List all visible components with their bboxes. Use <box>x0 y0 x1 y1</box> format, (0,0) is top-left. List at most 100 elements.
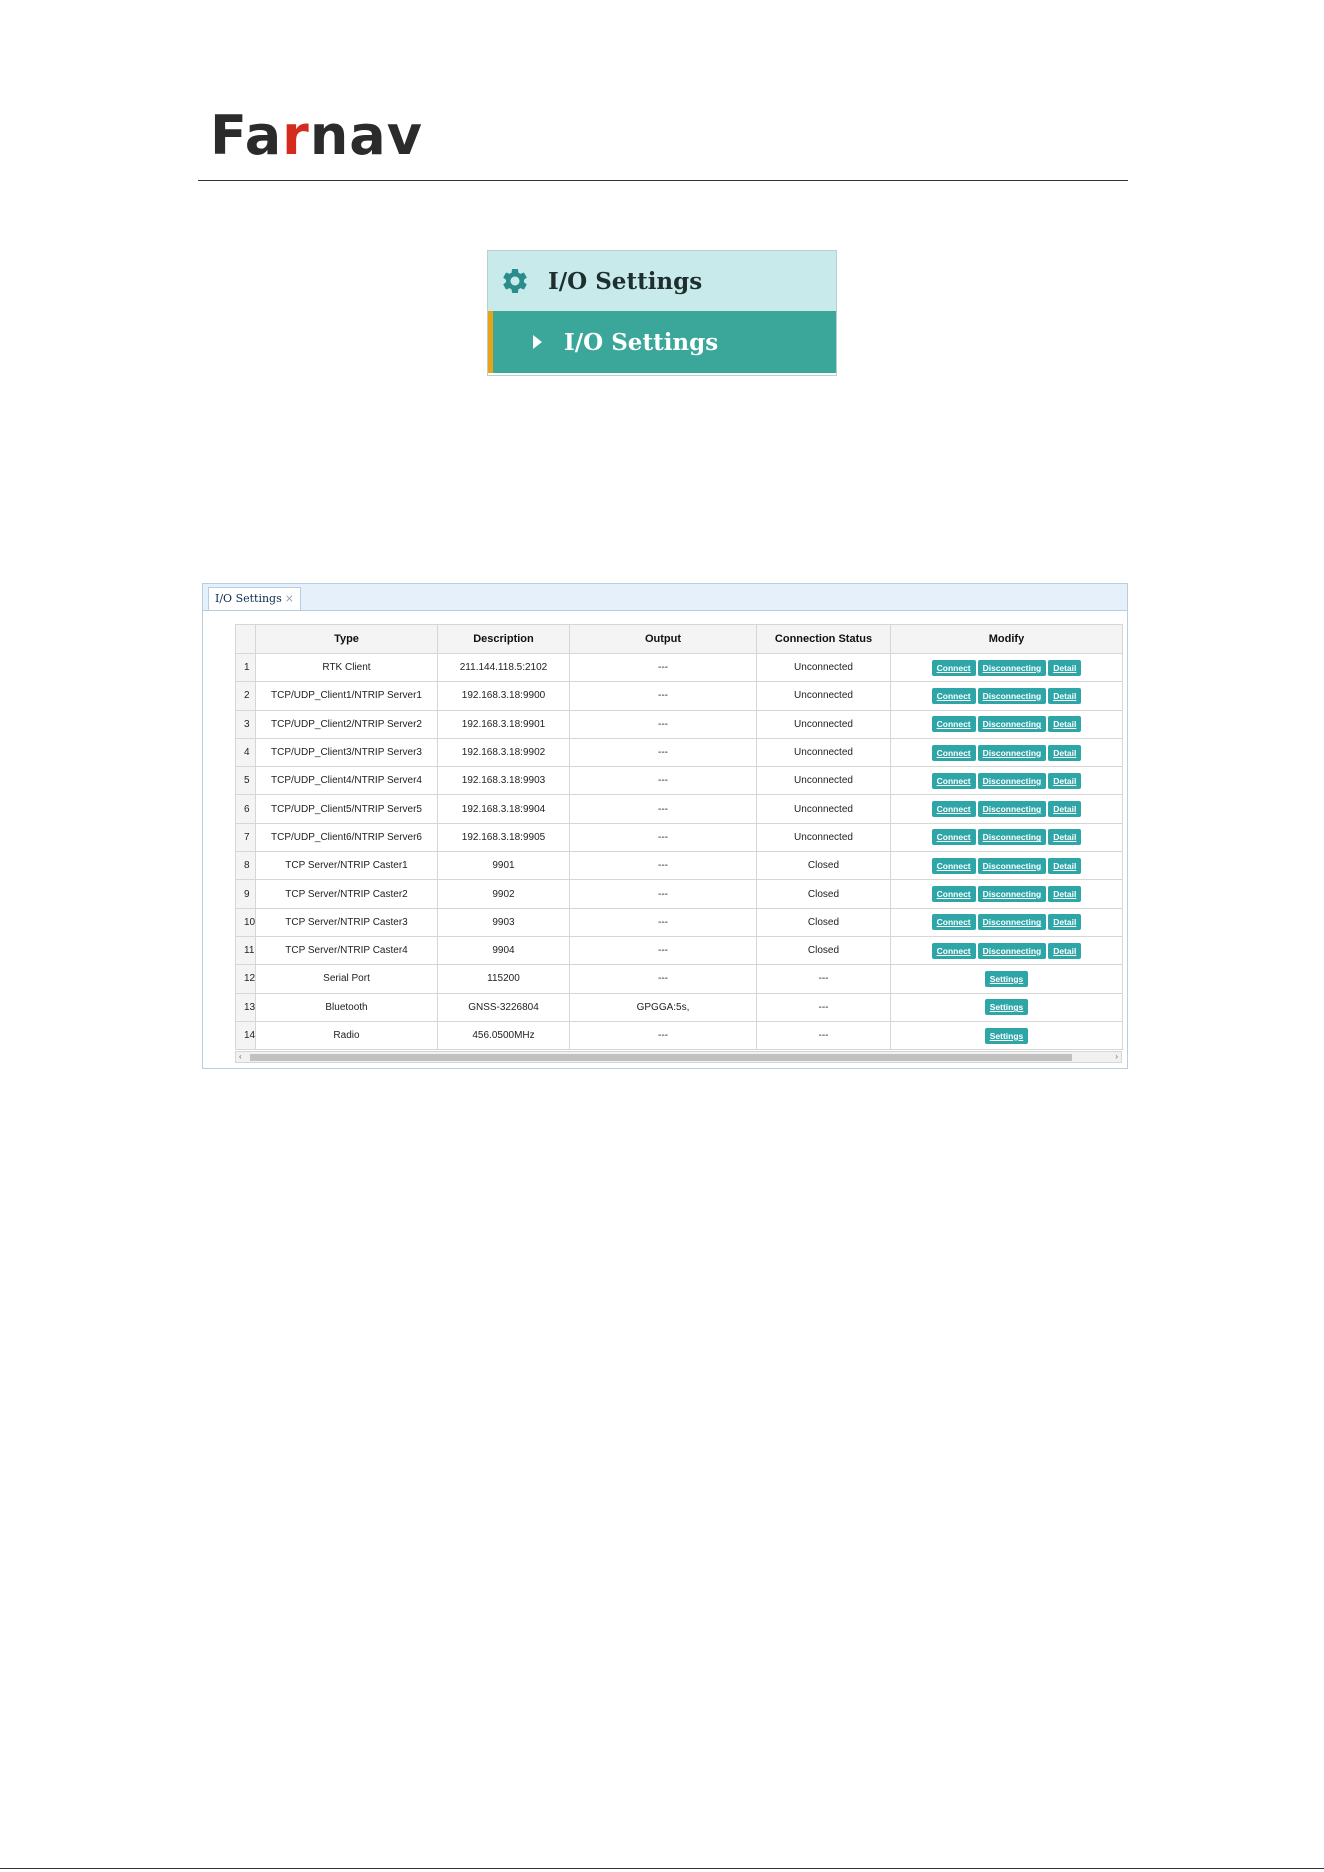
table-row: 14 Radio 456.0500MHz --- --- Settings <box>235 1020 1123 1051</box>
logo-text-part3: nav <box>309 104 423 167</box>
modify-cell: Connect Disconnecting Detail <box>890 766 1123 796</box>
table-row: 6 TCP/UDP_Client5/NTRIP Server5 192.168.3.… <box>235 794 1123 824</box>
modify-cell: Settings <box>890 964 1123 994</box>
type-cell: RTK Client <box>255 652 438 683</box>
disconnecting-button[interactable]: Disconnecting <box>977 829 1047 846</box>
type-cell: TCP/UDP_Client5/NTRIP Server5 <box>255 794 438 824</box>
type-cell: Radio <box>255 1020 438 1051</box>
connection-status-cell: --- <box>756 1020 891 1051</box>
connection-status-cell: Unconnected <box>756 652 891 683</box>
connect-button[interactable]: Connect <box>931 772 976 789</box>
table-row: 5 TCP/UDP_Client4/NTRIP Server4 192.168.3.… <box>235 766 1123 796</box>
modify-cell: Connect Disconnecting Detail <box>890 681 1123 711</box>
disconnecting-button[interactable]: Disconnecting <box>977 886 1047 903</box>
type-cell: Bluetooth <box>255 992 438 1022</box>
row-index-cell: 11 <box>235 935 256 966</box>
scroll-right-icon[interactable]: › <box>1115 1052 1118 1062</box>
column-header-description: Description <box>437 624 570 654</box>
tab-bar: I/O Settings × <box>203 584 1127 611</box>
table-row: 3 TCP/UDP_Client2/NTRIP Server2 192.168.3.… <box>235 709 1123 739</box>
disconnecting-button[interactable]: Disconnecting <box>977 716 1047 733</box>
row-index-cell: 14 <box>235 1020 256 1051</box>
close-icon[interactable]: × <box>285 592 294 605</box>
detail-button[interactable]: Detail <box>1048 687 1082 704</box>
description-cell: 456.0500MHz <box>437 1020 570 1051</box>
connect-button[interactable]: Connect <box>931 687 976 704</box>
type-cell: Serial Port <box>255 964 438 994</box>
description-cell: 9903 <box>437 907 570 937</box>
connection-status-cell: --- <box>756 964 891 994</box>
detail-button[interactable]: Detail <box>1048 886 1082 903</box>
type-cell: TCP/UDP_Client2/NTRIP Server2 <box>255 709 438 739</box>
row-index-cell: 1 <box>235 652 256 683</box>
disconnecting-button[interactable]: Disconnecting <box>977 942 1047 959</box>
settings-button[interactable]: Settings <box>984 1027 1029 1044</box>
output-cell: --- <box>569 652 757 683</box>
connection-status-cell: Unconnected <box>756 794 891 824</box>
scrollbar-thumb[interactable] <box>250 1054 1072 1061</box>
disconnecting-button[interactable]: Disconnecting <box>977 744 1047 761</box>
output-cell: --- <box>569 879 757 909</box>
disconnecting-button[interactable]: Disconnecting <box>977 801 1047 818</box>
type-cell: TCP/UDP_Client4/NTRIP Server4 <box>255 766 438 796</box>
description-cell: 9901 <box>437 851 570 881</box>
row-index-cell: 3 <box>235 709 256 739</box>
settings-button[interactable]: Settings <box>984 970 1029 987</box>
disconnecting-button[interactable]: Disconnecting <box>977 914 1047 931</box>
modify-cell: Settings <box>890 1020 1123 1051</box>
disconnecting-button[interactable]: Disconnecting <box>977 659 1047 676</box>
connect-button[interactable]: Connect <box>931 659 976 676</box>
type-cell: TCP/UDP_Client6/NTRIP Server6 <box>255 822 438 853</box>
logo-text-part2: r <box>282 104 310 167</box>
output-cell: --- <box>569 907 757 937</box>
menu-section-header[interactable]: I/O Settings <box>488 251 836 311</box>
detail-button[interactable]: Detail <box>1048 914 1082 931</box>
disconnecting-button[interactable]: Disconnecting <box>977 687 1047 704</box>
detail-button[interactable]: Detail <box>1048 744 1082 761</box>
description-cell: 211.144.118.5:2102 <box>437 652 570 683</box>
connect-button[interactable]: Connect <box>931 914 976 931</box>
connect-button[interactable]: Connect <box>931 942 976 959</box>
output-cell: --- <box>569 935 757 966</box>
farnav-logo: Fa r nav <box>210 108 423 164</box>
detail-button[interactable]: Detail <box>1048 942 1082 959</box>
connect-button[interactable]: Connect <box>931 744 976 761</box>
modify-cell: Connect Disconnecting Detail <box>890 935 1123 966</box>
tab-io-settings[interactable]: I/O Settings × <box>208 587 301 610</box>
connect-button[interactable]: Connect <box>931 829 976 846</box>
detail-button[interactable]: Detail <box>1048 801 1082 818</box>
column-header-index <box>235 624 256 654</box>
gear-icon <box>500 266 530 296</box>
detail-button[interactable]: Detail <box>1048 772 1082 789</box>
connect-button[interactable]: Connect <box>931 716 976 733</box>
connect-button[interactable]: Connect <box>931 801 976 818</box>
connection-status-cell: Unconnected <box>756 737 891 768</box>
table-row: 13 Bluetooth GNSS-3226804 GPGGA:5s, --- Setti… <box>235 992 1123 1022</box>
output-cell: --- <box>569 709 757 739</box>
disconnecting-button[interactable]: Disconnecting <box>977 857 1047 874</box>
disconnecting-button[interactable]: Disconnecting <box>977 772 1047 789</box>
type-cell: TCP Server/NTRIP Caster2 <box>255 879 438 909</box>
scroll-left-icon[interactable]: ‹ <box>239 1052 242 1062</box>
settings-button[interactable]: Settings <box>984 999 1029 1016</box>
horizontal-scrollbar[interactable]: ‹ › <box>235 1051 1122 1063</box>
row-index-cell: 9 <box>235 879 256 909</box>
description-cell: GNSS-3226804 <box>437 992 570 1022</box>
menu-item-io-settings[interactable]: I/O Settings <box>488 311 836 373</box>
output-cell: --- <box>569 794 757 824</box>
connect-button[interactable]: Connect <box>931 886 976 903</box>
modify-cell: Connect Disconnecting Detail <box>890 907 1123 937</box>
type-cell: TCP Server/NTRIP Caster1 <box>255 851 438 881</box>
connect-button[interactable]: Connect <box>931 857 976 874</box>
column-header-output: Output <box>569 624 757 654</box>
detail-button[interactable]: Detail <box>1048 857 1082 874</box>
detail-button[interactable]: Detail <box>1048 659 1082 676</box>
connection-status-cell: Unconnected <box>756 766 891 796</box>
modify-cell: Connect Disconnecting Detail <box>890 709 1123 739</box>
row-index-cell: 10 <box>235 907 256 937</box>
row-index-cell: 5 <box>235 766 256 796</box>
detail-button[interactable]: Detail <box>1048 829 1082 846</box>
row-index-cell: 2 <box>235 681 256 711</box>
detail-button[interactable]: Detail <box>1048 716 1082 733</box>
connection-status-cell: Unconnected <box>756 822 891 853</box>
